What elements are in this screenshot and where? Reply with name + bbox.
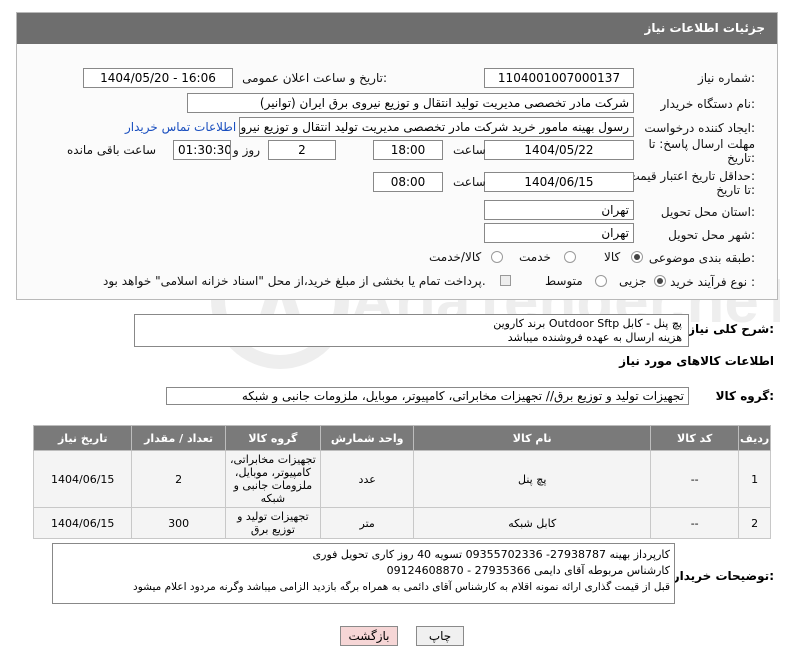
city-field[interactable]: تهران: [484, 223, 634, 243]
buyer-notes-box[interactable]: کارپرداز بهینه 27938787- 09355702336 تسو…: [52, 543, 675, 604]
validity-time-label: ساعت: [453, 175, 486, 189]
description-line-2: هزینه ارسال به عهده فروشنده میباشد: [507, 331, 682, 344]
buyer-contact-link[interactable]: اطلاعات تماس خریدار: [125, 120, 236, 134]
need-number-field[interactable]: 1104001007000137: [484, 68, 634, 88]
buyer-notes-label: توضیحات خریدار:: [672, 569, 774, 583]
announce-date-label: تاریخ و ساعت اعلان عمومی:: [242, 71, 387, 85]
announce-date-field[interactable]: 1404/05/20 - 16:06: [83, 68, 233, 88]
days-remaining-field[interactable]: 2: [268, 140, 336, 160]
province-field[interactable]: تهران: [484, 200, 634, 220]
description-label: شرح کلی نیاز:: [688, 322, 774, 336]
validity-label: حداقل تاریخ اعتبار قیمت:: [628, 169, 755, 183]
cell-code: --: [650, 450, 740, 508]
panel-header: جزئیات اطلاعات نیاز: [17, 13, 777, 44]
validity-label-date: تا تاریخ:: [716, 183, 755, 197]
validity-time-field[interactable]: 08:00: [373, 172, 443, 192]
need-number-label: شماره نیاز:: [697, 71, 755, 85]
cell-row: 1: [738, 450, 771, 508]
need-details-panel: جزئیات اطلاعات نیاز شماره نیاز: 11040010…: [16, 12, 778, 300]
buyer-org-field[interactable]: شرکت مادر تخصصی مدیریت تولید انتقال و تو…: [187, 93, 634, 113]
cell-date: 1404/06/15: [32, 507, 133, 539]
process-radio-minor[interactable]: [654, 275, 666, 287]
category-option-goods-service: کالا/خدمت: [429, 250, 482, 264]
panel-title: جزئیات اطلاعات نیاز: [644, 21, 765, 35]
city-label: شهر محل تحویل:: [668, 228, 755, 242]
deadline-time-label: ساعت: [453, 143, 486, 157]
category-radio-goods[interactable]: [631, 251, 643, 263]
col-date: تاریخ نیاز: [32, 425, 133, 451]
category-label: طبقه بندی موضوعی:: [648, 251, 755, 265]
col-row: ردیف: [738, 425, 771, 451]
process-label: نوع فرآیند خرید :: [670, 275, 755, 289]
cell-code: --: [650, 507, 740, 539]
category-radio-goods-service[interactable]: [491, 251, 503, 263]
process-radio-medium[interactable]: [595, 275, 607, 287]
time-remaining-field[interactable]: 01:30:30: [173, 140, 231, 160]
buyer-org-label: نام دستگاه خریدار:: [660, 97, 756, 111]
payment-note: پرداخت تمام یا بخشی از مبلغ خرید،از محل …: [103, 274, 486, 288]
cell-date: 1404/06/15: [32, 450, 133, 508]
category-option-goods: کالا: [604, 250, 621, 264]
goods-group-label: گروه کالا:: [715, 389, 774, 403]
days-label: روز و: [233, 143, 260, 157]
category-radio-service[interactable]: [564, 251, 576, 263]
creator-label: ایجاد کننده درخواست:: [644, 121, 755, 135]
cell-name: پچ پنل: [413, 450, 652, 508]
col-unit: واحد شمارش: [320, 425, 415, 451]
buyer-notes-line-2: کارشناس مربوطه آقای دایمی 27935366 - 091…: [386, 564, 670, 577]
goods-group-field[interactable]: تجهیزات تولید و توزیع برق// تجهیزات مخاب…: [166, 387, 689, 405]
description-line-1: پچ پنل - کابل Outdoor Sftp برند کاروین: [493, 317, 682, 330]
col-group: گروه کالا: [224, 425, 322, 451]
buyer-notes-line-1: کارپرداز بهینه 27938787- 09355702336 تسو…: [312, 548, 670, 561]
description-box[interactable]: پچ پنل - کابل Outdoor Sftp برند کاروین ه…: [134, 314, 689, 347]
cell-row: 2: [738, 507, 771, 539]
cell-qty: 2: [131, 450, 226, 508]
deadline-date-field[interactable]: 1404/05/22: [484, 140, 634, 160]
cell-unit: عدد: [320, 450, 415, 508]
cell-qty: 300: [131, 507, 226, 539]
back-button[interactable]: بازگشت: [340, 626, 398, 646]
time-remaining-label: ساعت باقی مانده: [67, 143, 157, 157]
cell-group: تجهیزات مخابراتی، کامپیوتر، موبایل، ملزو…: [224, 450, 322, 508]
goods-info-title: اطلاعات کالاهای مورد نیاز: [619, 354, 774, 368]
table-row[interactable]: 1 -- پچ پنل عدد تجهیزات مخابراتی، کامپیو…: [32, 450, 771, 508]
province-label: استان محل تحویل:: [660, 205, 755, 219]
deadline-label: مهلت ارسال پاسخ: تا: [648, 137, 755, 151]
col-code: کد کالا: [650, 425, 740, 451]
process-option-medium: متوسط: [545, 274, 583, 288]
cell-unit: متر: [320, 507, 415, 539]
cell-name: کابل شبکه: [413, 507, 652, 539]
cell-group: تجهیزات تولید و توزیع برق: [224, 507, 322, 539]
deadline-time-field[interactable]: 18:00: [373, 140, 443, 160]
col-name: نام کالا: [413, 425, 652, 451]
table-row[interactable]: 2 -- کابل شبکه متر تجهیزات تولید و توزیع…: [32, 507, 771, 539]
deadline-label-date: تاریخ:: [727, 151, 755, 165]
buyer-notes-line-3: قبل از قیمت گذاری ارائه نمونه اقلام به ک…: [133, 581, 670, 593]
print-button[interactable]: چاپ: [416, 626, 464, 646]
validity-date-field[interactable]: 1404/06/15: [484, 172, 634, 192]
creator-field[interactable]: رسول بهینه مامور خرید شرکت مادر تخصصی مد…: [239, 117, 634, 137]
items-table: ردیف کد کالا نام کالا واحد شمارش گروه کا…: [32, 425, 771, 539]
process-option-minor: جزیی: [619, 274, 647, 288]
category-option-service: خدمت: [519, 250, 551, 264]
col-qty: تعداد / مقدار: [131, 425, 226, 451]
treasury-checkbox[interactable]: [500, 275, 511, 286]
